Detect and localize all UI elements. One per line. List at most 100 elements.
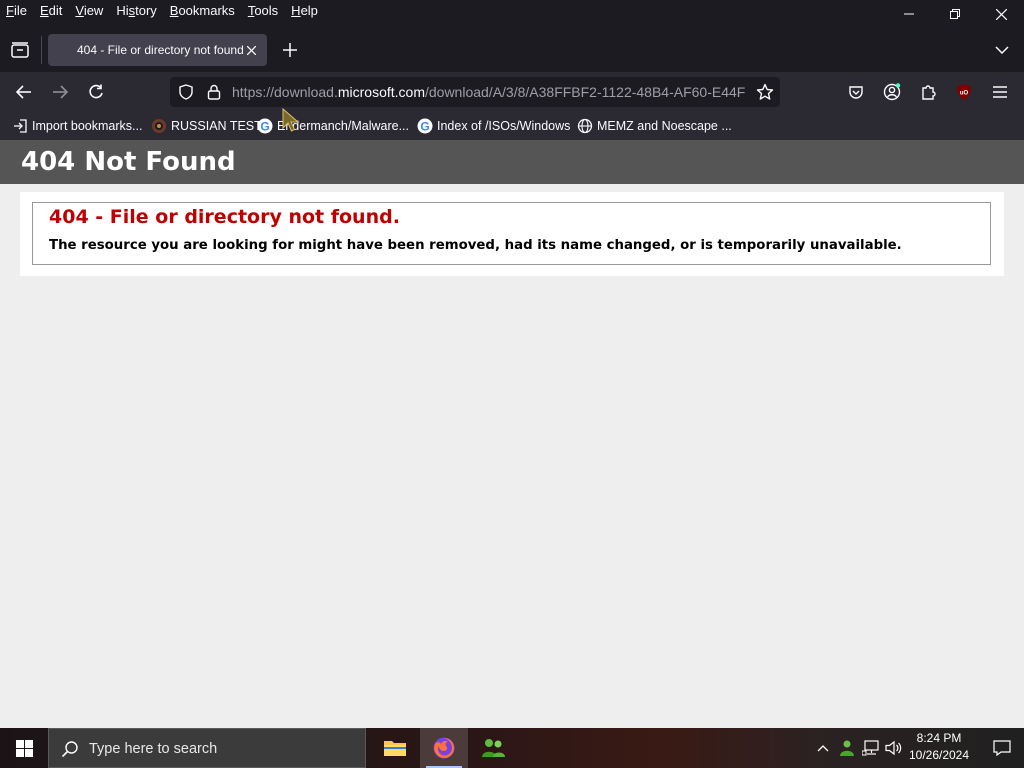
clock-time: 8:24 PM — [916, 731, 962, 745]
google-icon: G — [257, 118, 273, 134]
svg-text:uO: uO — [960, 91, 969, 97]
search-placeholder: Type here to search — [89, 741, 218, 757]
error-fieldset: 404 - File or directory not found. The r… — [32, 202, 991, 265]
speaker-icon — [885, 740, 902, 756]
ublock-icon: uO — [957, 84, 971, 100]
svg-text:G: G — [260, 120, 269, 134]
error-description: The resource you are looking for might h… — [49, 238, 902, 253]
globe-icon — [577, 118, 593, 134]
system-clock[interactable]: 8:24 PM 10/26/2024 — [905, 730, 973, 766]
firefox-icon — [433, 737, 455, 759]
desktop-screen: File Edit View History Bookmarks Tools H… — [0, 0, 1024, 768]
file-explorer-taskbar-button[interactable] — [371, 728, 419, 768]
account-icon — [883, 83, 901, 101]
bookmark-import[interactable]: Import bookmarks... — [12, 118, 142, 134]
menu-edit[interactable]: Edit — [40, 2, 62, 20]
lock-icon[interactable] — [206, 84, 222, 100]
url-path: /download/A/3/8/A38FFBF2-1122-48B4-AF60-… — [424, 84, 746, 100]
menu-file-label: ile — [13, 3, 27, 18]
tracking-protection-shield-icon[interactable] — [178, 84, 194, 100]
network-status[interactable] — [861, 728, 881, 768]
restore-button[interactable] — [932, 0, 978, 28]
menu-history-label: tory — [135, 3, 157, 18]
volume-control[interactable] — [884, 728, 904, 768]
menu-tools[interactable]: Tools — [248, 2, 278, 20]
bookmarks-toolbar: Import bookmarks... RUSSIAN TEST G Ender… — [0, 112, 1024, 140]
menu-file[interactable]: File — [6, 2, 27, 20]
minimize-icon — [904, 13, 914, 15]
site-favicon-icon — [151, 118, 167, 134]
minimize-button[interactable] — [886, 0, 932, 28]
extensions-button[interactable] — [916, 80, 940, 104]
taskbar-search-box[interactable]: Type here to search — [48, 728, 366, 768]
show-hidden-icons-button[interactable] — [814, 728, 832, 768]
menu-history[interactable]: History — [116, 2, 156, 20]
back-arrow-icon — [16, 85, 31, 99]
folder-icon — [384, 741, 406, 756]
bookmark-russian-test[interactable]: RUSSIAN TEST — [151, 118, 262, 134]
network-icon — [862, 740, 879, 756]
firefox-view-icon — [11, 42, 29, 58]
mouse-cursor-icon — [282, 108, 300, 132]
tray-user-icon[interactable] — [837, 728, 857, 768]
firefox-taskbar-button[interactable] — [420, 728, 468, 768]
clock-date: 10/26/2024 — [908, 748, 970, 762]
bookmark-memz[interactable]: MEMZ and Noescape ... — [577, 118, 732, 134]
ublock-button[interactable]: uO — [952, 80, 976, 104]
menu-edit-accesskey: E — [39, 3, 49, 18]
url-host: microsoft.com — [337, 84, 425, 100]
google-icon: G — [417, 118, 433, 134]
action-center-button[interactable] — [980, 728, 1024, 768]
bookmark-label: RUSSIAN TEST — [171, 119, 262, 133]
close-window-button[interactable] — [978, 0, 1024, 28]
people-app-taskbar-button[interactable] — [469, 728, 517, 768]
tab-strip: 404 - File or directory not found — [0, 28, 1024, 72]
tab-active[interactable]: 404 - File or directory not found — [48, 34, 267, 66]
firefox-view-button[interactable] — [8, 38, 32, 62]
url-text[interactable]: https://download.microsoft.com/download/… — [232, 84, 746, 100]
page-title: 404 Not Found — [21, 147, 236, 177]
menu-view-label: iew — [83, 3, 104, 18]
reload-button[interactable] — [84, 80, 108, 104]
list-all-tabs-button[interactable] — [990, 38, 1014, 62]
restore-icon — [950, 9, 960, 19]
page-header-bar: 404 Not Found — [0, 140, 1024, 184]
chevron-up-icon — [817, 745, 829, 752]
menu-file-accesskey: F — [6, 3, 14, 18]
menu-tools-label: ools — [254, 3, 279, 18]
url-bar[interactable]: https://download.microsoft.com/download/… — [170, 77, 780, 107]
tab-title: 404 - File or directory not found — [77, 43, 244, 57]
bookmark-index-isos[interactable]: G Index of /ISOs/Windows — [417, 118, 570, 134]
menu-help-accesskey: H — [291, 3, 301, 18]
menu-edit-label: dit — [48, 3, 63, 18]
menu-bookmarks-label: ookmarks — [178, 3, 235, 18]
error-panel: 404 - File or directory not found. The r… — [20, 192, 1004, 276]
bookmark-star-button[interactable] — [756, 83, 774, 101]
forward-button[interactable] — [48, 80, 72, 104]
windows-logo-icon — [15, 739, 33, 757]
svg-text:G: G — [420, 120, 429, 134]
close-icon — [995, 8, 1007, 20]
new-tab-button[interactable] — [278, 38, 302, 62]
start-button[interactable] — [0, 728, 48, 768]
url-scheme: https://download. — [232, 84, 338, 100]
taskbar: Type here to search 8:24 PM 10/26/2024 — [0, 728, 1024, 768]
bookmark-label: Import bookmarks... — [32, 119, 143, 133]
import-icon — [12, 118, 28, 134]
window-controls — [886, 0, 1024, 28]
menu-help[interactable]: Help — [291, 2, 318, 20]
menu-view-accesskey: V — [75, 3, 84, 18]
bookmark-label: Index of /ISOs/Windows — [437, 119, 571, 133]
person-icon — [840, 740, 854, 756]
bookmark-endermanch[interactable]: G Endermanch/Malware... — [257, 118, 409, 134]
nav-bar: https://download.microsoft.com/download/… — [0, 72, 1024, 112]
pocket-button[interactable] — [844, 80, 868, 104]
menu-view[interactable]: View — [75, 2, 103, 20]
app-menu-button[interactable] — [988, 80, 1012, 104]
tab-close-button[interactable] — [243, 42, 259, 58]
back-button[interactable] — [12, 80, 36, 104]
account-button[interactable] — [880, 80, 904, 104]
menu-help-label: elp — [300, 3, 318, 18]
menu-bookmarks[interactable]: Bookmarks — [170, 2, 235, 20]
search-icon — [61, 741, 78, 758]
